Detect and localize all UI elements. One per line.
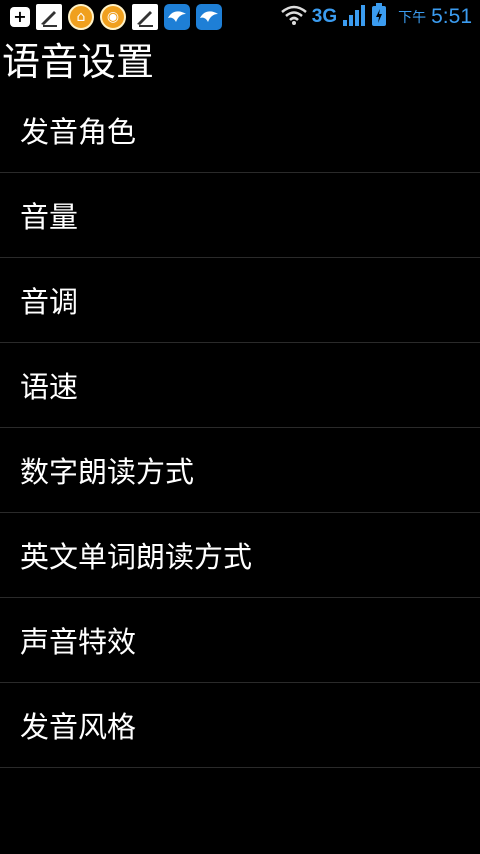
home-app-icon[interactable]: ⌂ bbox=[68, 4, 94, 30]
signal-icon bbox=[342, 4, 366, 30]
bird-app-icon[interactable] bbox=[196, 4, 222, 30]
network-type: 3G bbox=[311, 6, 338, 27]
document-icon[interactable] bbox=[132, 4, 158, 30]
wifi-icon bbox=[280, 4, 307, 30]
setting-item-label: 英文单词朗读方式 bbox=[20, 540, 253, 574]
setting-item-english-word-reading[interactable]: 英文单词朗读方式 bbox=[0, 513, 480, 598]
setting-item-voice-role[interactable]: 发音角色 bbox=[0, 88, 480, 173]
system-icons: 3G 下午 5:51 bbox=[280, 3, 472, 31]
setting-item-label: 发音角色 bbox=[20, 115, 137, 149]
setting-item-label: 音调 bbox=[20, 285, 79, 319]
setting-item-label: 音量 bbox=[20, 200, 79, 234]
setting-item-pitch[interactable]: 音调 bbox=[0, 258, 480, 343]
setting-item-volume[interactable]: 音量 bbox=[0, 173, 480, 258]
time-period: 下午 bbox=[398, 10, 427, 26]
setting-item-number-reading[interactable]: 数字朗读方式 bbox=[0, 428, 480, 513]
setting-item-sound-effects[interactable]: 声音特效 bbox=[0, 598, 480, 683]
setting-item-label: 声音特效 bbox=[20, 625, 137, 659]
tiles-app-icon[interactable] bbox=[228, 5, 254, 29]
page-title: 语音设置 bbox=[2, 40, 155, 84]
setting-item-speed[interactable]: 语速 bbox=[0, 343, 480, 428]
document-icon[interactable] bbox=[36, 4, 62, 30]
battery-icon bbox=[371, 3, 387, 31]
bird-app-icon[interactable] bbox=[164, 4, 190, 30]
setting-item-label: 发音风格 bbox=[20, 710, 137, 744]
settings-list: 发音角色 音量 音调 语速 数字朗读方式 英文单词朗读方式 声音特效 发音风格 bbox=[0, 88, 480, 768]
status-bar: + ⌂ ◉ 3G 下午 5:51 bbox=[0, 0, 480, 34]
setting-item-label: 数字朗读方式 bbox=[20, 455, 195, 489]
notification-icons: + ⌂ ◉ bbox=[10, 4, 254, 30]
add-icon[interactable]: + bbox=[10, 7, 30, 27]
setting-item-label: 语速 bbox=[20, 370, 79, 404]
setting-item-voice-style[interactable]: 发音风格 bbox=[0, 683, 480, 768]
clock: 5:51 bbox=[431, 5, 472, 28]
coin-app-icon[interactable]: ◉ bbox=[100, 4, 126, 30]
